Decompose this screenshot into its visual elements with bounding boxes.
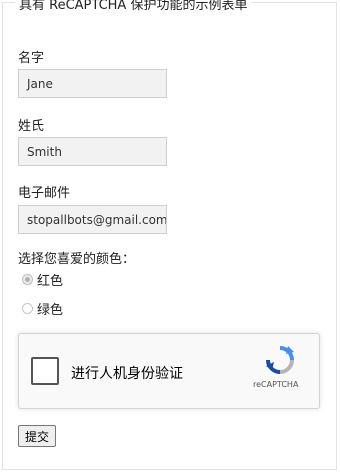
email-label: 电子邮件 [18,186,71,201]
first-name-input[interactable]: Jane [18,69,167,98]
form-fieldset: 具有 ReCAPTCHA 保护功能的示例表单 名字 Jane 姓氏 Smith … [2,0,337,470]
recaptcha-brand: reCAPTCHA [253,380,299,389]
recaptcha-logo-icon [266,346,294,374]
radio-green-label: 绿色 [37,303,64,318]
radio-red-label: 红色 [37,274,64,289]
first-name-label: 名字 [18,51,45,66]
form-legend: 具有 ReCAPTCHA 保护功能的示例表单 [15,0,252,13]
color-option-green[interactable]: 绿色 [22,299,63,318]
radio-red[interactable] [22,274,33,285]
radio-green[interactable] [22,303,33,314]
email-input[interactable]: stopallbots@gmail.com [18,205,167,234]
recaptcha-checkbox[interactable] [31,357,59,385]
submit-button[interactable]: 提交 [18,425,57,447]
color-option-red[interactable]: 红色 [22,270,63,289]
color-label: 选择您喜爱的颜色： [18,252,136,267]
last-name-label: 姓氏 [18,119,45,134]
recaptcha-label: 进行人机身份验证 [71,366,183,382]
last-name-input[interactable]: Smith [18,137,167,166]
recaptcha-widget: 进行人机身份验证 reCAPTCHA [18,333,320,409]
